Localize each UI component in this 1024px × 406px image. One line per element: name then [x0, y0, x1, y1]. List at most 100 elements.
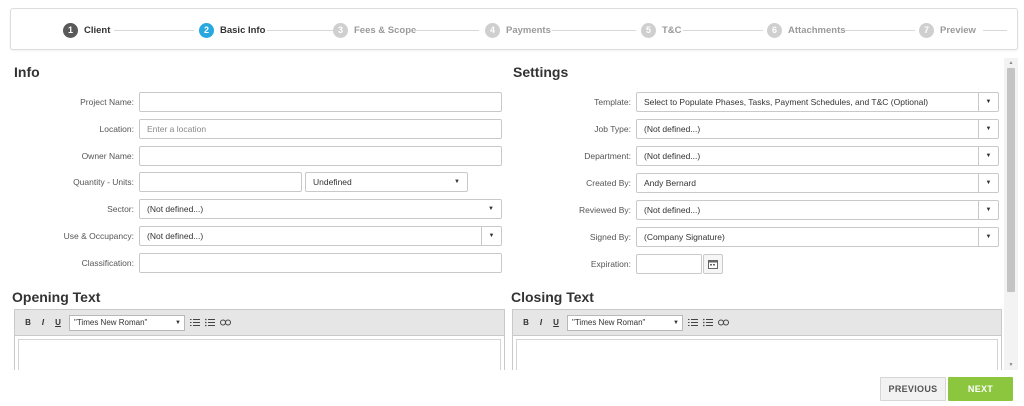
closing-text-heading: Closing Text	[511, 289, 594, 305]
ordered-list-icon[interactable]	[686, 315, 700, 331]
owner-name-input[interactable]	[139, 146, 502, 166]
ordered-list-icon[interactable]	[188, 315, 202, 331]
previous-button[interactable]: PREVIOUS	[880, 377, 946, 401]
step-connector	[552, 30, 636, 31]
chevron-down-icon: ▼	[481, 227, 501, 245]
page-scrollbar[interactable]: ▲ ▼	[1004, 58, 1018, 370]
created-by-value: Andy Bernard	[644, 178, 696, 188]
template-label: Template:	[594, 97, 631, 107]
step-label: Client	[84, 24, 111, 36]
italic-button[interactable]: I	[36, 315, 50, 331]
sector-value: (Not defined...)	[147, 204, 204, 214]
step-number: 4	[485, 22, 500, 38]
step-preview[interactable]: 7 Preview	[919, 21, 976, 39]
template-select[interactable]: Select to Populate Phases, Tasks, Paymen…	[636, 92, 999, 112]
location-input[interactable]: Enter a location	[139, 119, 502, 139]
units-select[interactable]: Undefined ▼	[305, 172, 468, 192]
step-number: 7	[919, 22, 934, 38]
use-occupancy-value: (Not defined...)	[147, 231, 204, 241]
step-fees-scope[interactable]: 3 Fees & Scope	[333, 21, 416, 39]
owner-name-label: Owner Name:	[81, 151, 134, 161]
department-label: Department:	[584, 151, 631, 161]
step-connector	[983, 30, 1007, 31]
classification-input[interactable]	[139, 253, 502, 273]
calendar-icon	[708, 260, 718, 269]
scroll-up-icon[interactable]: ▲	[1004, 58, 1018, 68]
department-value: (Not defined...)	[644, 151, 701, 161]
step-basic-info[interactable]: 2 Basic Info	[199, 21, 265, 39]
step-connector	[413, 30, 479, 31]
sector-label: Sector:	[107, 204, 134, 214]
reviewed-by-value: (Not defined...)	[644, 205, 701, 215]
step-payments[interactable]: 4 Payments	[485, 21, 551, 39]
use-occupancy-select[interactable]: (Not defined...) ▼	[139, 226, 502, 246]
location-label: Location:	[99, 124, 135, 134]
chevron-down-icon: ▼	[978, 120, 998, 138]
scroll-down-icon[interactable]: ▼	[1004, 360, 1018, 370]
font-select[interactable]: "Times New Roman" ▼	[567, 314, 683, 331]
use-occupancy-label: Use & Occupancy:	[63, 231, 134, 241]
calendar-button[interactable]	[703, 254, 723, 274]
wizard-stepper: 1 Client 2 Basic Info 3 Fees & Scope 4 P…	[10, 8, 1018, 50]
closing-text-editor: B I U "Times New Roman" ▼	[512, 309, 1002, 373]
font-value: "Times New Roman"	[74, 318, 148, 327]
template-value: Select to Populate Phases, Tasks, Paymen…	[644, 97, 929, 107]
info-heading: Info	[14, 64, 40, 80]
chevron-down-icon: ▼	[488, 206, 494, 212]
department-select[interactable]: (Not defined...) ▼	[636, 146, 999, 166]
expiration-input[interactable]	[636, 254, 702, 274]
chevron-down-icon: ▼	[978, 201, 998, 219]
bullet-list-icon[interactable]	[701, 315, 715, 331]
italic-button[interactable]: I	[534, 315, 548, 331]
bold-button[interactable]: B	[21, 315, 35, 331]
bold-button[interactable]: B	[519, 315, 533, 331]
signed-by-value: (Company Signature)	[644, 232, 725, 242]
opening-text-heading: Opening Text	[12, 289, 101, 305]
step-connector	[845, 30, 915, 31]
project-name-input[interactable]	[139, 92, 502, 112]
step-label: Fees & Scope	[354, 24, 417, 36]
step-attachments[interactable]: 6 Attachments	[767, 21, 846, 39]
classification-label: Classification:	[81, 258, 134, 268]
step-connector	[683, 30, 763, 31]
reviewed-by-label: Reviewed By:	[579, 205, 631, 215]
step-number: 3	[333, 22, 348, 38]
closing-text-area[interactable]	[516, 339, 998, 372]
reviewed-by-select[interactable]: (Not defined...) ▼	[636, 200, 999, 220]
step-connector	[267, 30, 337, 31]
location-placeholder: Enter a location	[147, 124, 207, 134]
underline-button[interactable]: U	[549, 315, 563, 331]
step-tc[interactable]: 5 T&C	[641, 21, 682, 39]
next-button[interactable]: NEXT	[948, 377, 1013, 401]
units-value: Undefined	[313, 177, 352, 187]
bullet-list-icon[interactable]	[203, 315, 217, 331]
chevron-down-icon: ▼	[978, 174, 998, 192]
chevron-down-icon: ▼	[978, 147, 998, 165]
editor-toolbar: B I U "Times New Roman" ▼	[513, 310, 1001, 336]
quantity-input[interactable]	[139, 172, 302, 192]
quantity-label: Quantity - Units:	[73, 177, 134, 187]
step-number: 1	[63, 22, 78, 38]
chevron-down-icon: ▼	[978, 93, 998, 111]
link-icon[interactable]	[218, 315, 232, 331]
step-connector	[114, 30, 194, 31]
job-type-label: Job Type:	[594, 124, 631, 134]
job-type-select[interactable]: (Not defined...) ▼	[636, 119, 999, 139]
created-by-select[interactable]: Andy Bernard ▼	[636, 173, 999, 193]
opening-text-area[interactable]	[18, 339, 501, 372]
step-label: Payments	[506, 24, 551, 36]
chevron-down-icon: ▼	[175, 319, 181, 326]
font-value: "Times New Roman"	[572, 318, 646, 327]
scrollbar-thumb[interactable]	[1007, 68, 1015, 292]
underline-button[interactable]: U	[51, 315, 65, 331]
step-client[interactable]: 1 Client	[63, 21, 110, 39]
link-icon[interactable]	[716, 315, 730, 331]
signed-by-select[interactable]: (Company Signature) ▼	[636, 227, 999, 247]
job-type-value: (Not defined...)	[644, 124, 701, 134]
sector-select[interactable]: (Not defined...) ▼	[139, 199, 502, 219]
font-select[interactable]: "Times New Roman" ▼	[69, 314, 185, 331]
step-number: 6	[767, 22, 782, 38]
opening-text-editor: B I U "Times New Roman" ▼	[14, 309, 505, 373]
signed-by-label: Signed By:	[589, 232, 631, 242]
expiration-label: Expiration:	[590, 259, 631, 269]
